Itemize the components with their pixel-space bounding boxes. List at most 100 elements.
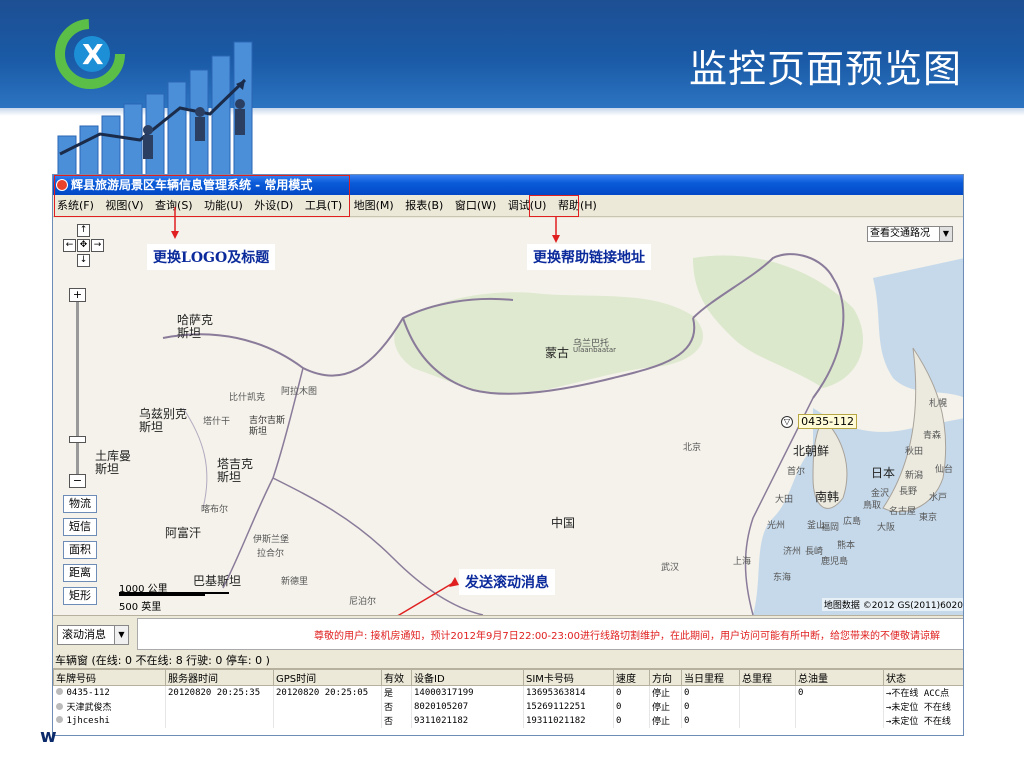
table-cell: 0 bbox=[795, 685, 884, 700]
map-copyright: 地图数据 ©2012 GS(2011)6020 bbox=[821, 598, 963, 611]
column-header[interactable]: SIM卡号码 bbox=[523, 669, 614, 686]
zoom-slider-handle[interactable] bbox=[69, 436, 86, 443]
table-row[interactable]: 天津武俊杰 否 8020105207 15269112251 0 停止 0 →未… bbox=[53, 699, 963, 714]
annotation-scroll-msg: 发送滚动消息 bbox=[459, 569, 555, 595]
column-header[interactable]: 有效 bbox=[381, 669, 412, 686]
table-cell: 13695363814 bbox=[523, 685, 614, 700]
map-label-south-korea: 南韩 bbox=[815, 490, 840, 504]
map-label-osaka: 大阪 bbox=[877, 523, 896, 533]
column-header[interactable]: 车牌号码 bbox=[53, 669, 166, 686]
table-cell bbox=[273, 699, 382, 714]
scroll-message-combo-label: 滚动消息 bbox=[62, 628, 106, 641]
table-cell: →未定位 不在线 bbox=[883, 713, 963, 728]
map-label-kumamoto: 熊本 bbox=[837, 541, 856, 551]
map-label-east-sea: 东海 bbox=[773, 573, 792, 583]
table-row[interactable]: 1jhceshi 否 9311021182 19311021182 0 停止 0… bbox=[53, 713, 963, 728]
table-cell bbox=[273, 713, 382, 728]
logistics-button[interactable]: 物流 bbox=[63, 495, 97, 513]
map-label-turkmenistan: 土库曼 斯坦 bbox=[95, 449, 132, 476]
column-header[interactable]: 设备ID bbox=[411, 669, 524, 686]
map-label-tottori: 鳥取 bbox=[863, 501, 882, 511]
scroll-message-combo[interactable]: 滚动消息 ▼ bbox=[57, 625, 129, 645]
table-cell: 15269112251 bbox=[523, 699, 614, 714]
status-dot-icon bbox=[55, 703, 63, 710]
table-cell bbox=[739, 713, 796, 728]
zoom-track[interactable] bbox=[76, 302, 79, 474]
map-label-shanghai: 上海 bbox=[733, 557, 752, 567]
status-dot-icon bbox=[55, 687, 63, 695]
pan-left-icon[interactable]: ← bbox=[63, 239, 76, 252]
map-label-mongolia: 蒙古 bbox=[545, 346, 570, 360]
map-label-bishkek: 比什凯克 bbox=[229, 393, 266, 403]
map-label-mito: 水戸 bbox=[929, 493, 948, 503]
table-cell: 20120820 20:25:35 bbox=[165, 685, 274, 700]
table-cell bbox=[795, 699, 884, 714]
table-cell: 否 bbox=[381, 699, 412, 714]
map-label-pakistan: 巴基斯坦 bbox=[193, 574, 242, 588]
column-header[interactable]: 速度 bbox=[613, 669, 650, 686]
chevron-down-icon: ▼ bbox=[114, 626, 128, 644]
map-pan-control: ↑ ← ✥ → ↓ bbox=[63, 224, 105, 280]
scale-mi: 500 英里 bbox=[119, 602, 162, 613]
map-zoom-control: + − bbox=[69, 288, 87, 488]
vehicle-table: 车牌号码 服务器时间 GPS时间 有效 设备ID SIM卡号码 速度 方向 当日… bbox=[53, 669, 963, 728]
map-label-lahore: 拉合尔 bbox=[257, 549, 285, 559]
vehicle-table-header: 车牌号码 服务器时间 GPS时间 有效 设备ID SIM卡号码 速度 方向 当日… bbox=[53, 669, 963, 686]
map-view[interactable]: 哈萨克 斯坦 乌兹别克 斯坦 土库曼 斯坦 塔吉克 斯坦 吉尔吉斯 斯坦 阿富汗… bbox=[53, 218, 963, 615]
rectangle-button[interactable]: 矩形 bbox=[63, 587, 97, 605]
map-label-kazakhstan: 哈萨克 斯坦 bbox=[177, 313, 214, 340]
table-cell: 停止 bbox=[649, 713, 682, 728]
plate-cell: 1jhceshi bbox=[53, 713, 166, 728]
zoom-out-icon[interactable]: − bbox=[69, 474, 86, 488]
map-label-uzbekistan: 乌兹别克 斯坦 bbox=[139, 407, 188, 434]
map-label-wuhan: 武汉 bbox=[661, 563, 680, 573]
vehicle-marker-label: 0435-112 bbox=[798, 414, 858, 429]
column-header[interactable]: 状态 bbox=[883, 669, 963, 686]
map-label-hiroshima: 広島 bbox=[843, 517, 862, 527]
column-header[interactable]: 方向 bbox=[649, 669, 682, 686]
area-button[interactable]: 面积 bbox=[63, 541, 97, 559]
menu-map[interactable]: 地图(M) bbox=[350, 195, 398, 217]
menu-report[interactable]: 报表(B) bbox=[401, 195, 447, 217]
column-header[interactable]: 当日里程 bbox=[681, 669, 740, 686]
pan-down-icon[interactable]: ↓ bbox=[77, 254, 90, 267]
column-header[interactable]: 总里程 bbox=[739, 669, 796, 686]
distance-button[interactable]: 距离 bbox=[63, 564, 97, 582]
map-label-niigata: 新潟 bbox=[905, 471, 924, 481]
table-cell bbox=[739, 685, 796, 700]
column-header[interactable]: 总油量 bbox=[795, 669, 884, 686]
slide-corner-text: w bbox=[40, 726, 57, 747]
traffic-select[interactable]: 查看交通路况 ▼ bbox=[867, 226, 953, 242]
pan-right-icon[interactable]: → bbox=[91, 239, 104, 252]
plate-cell: 天津武俊杰 bbox=[53, 699, 166, 714]
highlight-title-box bbox=[54, 175, 350, 217]
table-cell: 8020105207 bbox=[411, 699, 524, 714]
sms-button[interactable]: 短信 bbox=[63, 518, 97, 536]
pan-up-icon[interactable]: ↑ bbox=[77, 224, 90, 237]
column-header[interactable]: GPS时间 bbox=[273, 669, 382, 686]
map-label-islamabad: 伊斯兰堡 bbox=[253, 535, 290, 545]
vehicle-status-summary: 车辆窗 (在线: 0 不在线: 8 行驶: 0 停车: 0 ) bbox=[53, 653, 963, 669]
menu-window[interactable]: 窗口(W) bbox=[451, 195, 500, 217]
map-label-almaty: 阿拉木图 bbox=[281, 387, 318, 397]
table-cell: 0 bbox=[681, 685, 740, 700]
chevron-down-icon: ▼ bbox=[939, 227, 952, 241]
table-cell: 0 bbox=[613, 699, 650, 714]
zoom-in-icon[interactable]: + bbox=[69, 288, 86, 302]
table-cell: 9311021182 bbox=[411, 713, 524, 728]
table-cell bbox=[739, 699, 796, 714]
map-label-akita: 秋田 bbox=[905, 447, 924, 457]
vehicle-pin-icon: ▽ bbox=[781, 415, 793, 428]
column-header[interactable]: 服务器时间 bbox=[165, 669, 274, 686]
map-label-kyrgyzstan: 吉尔吉斯 斯坦 bbox=[249, 416, 286, 437]
map-label-north-korea: 北朝鲜 bbox=[793, 444, 830, 458]
map-label-sapporo: 札幌 bbox=[929, 399, 948, 409]
table-cell bbox=[165, 699, 274, 714]
table-row[interactable]: 0435-112 20120820 20:25:35 20120820 20:2… bbox=[53, 685, 963, 700]
map-label-china: 中国 bbox=[551, 516, 576, 530]
map-label-ulaanbaatar-en: Ulaanbaatar bbox=[573, 346, 617, 354]
map-label-aomori: 青森 bbox=[923, 431, 942, 441]
vehicle-marker[interactable]: ▽ 0435-112 bbox=[781, 411, 858, 430]
pan-center-icon[interactable]: ✥ bbox=[77, 239, 90, 252]
table-cell: 0 bbox=[613, 685, 650, 700]
